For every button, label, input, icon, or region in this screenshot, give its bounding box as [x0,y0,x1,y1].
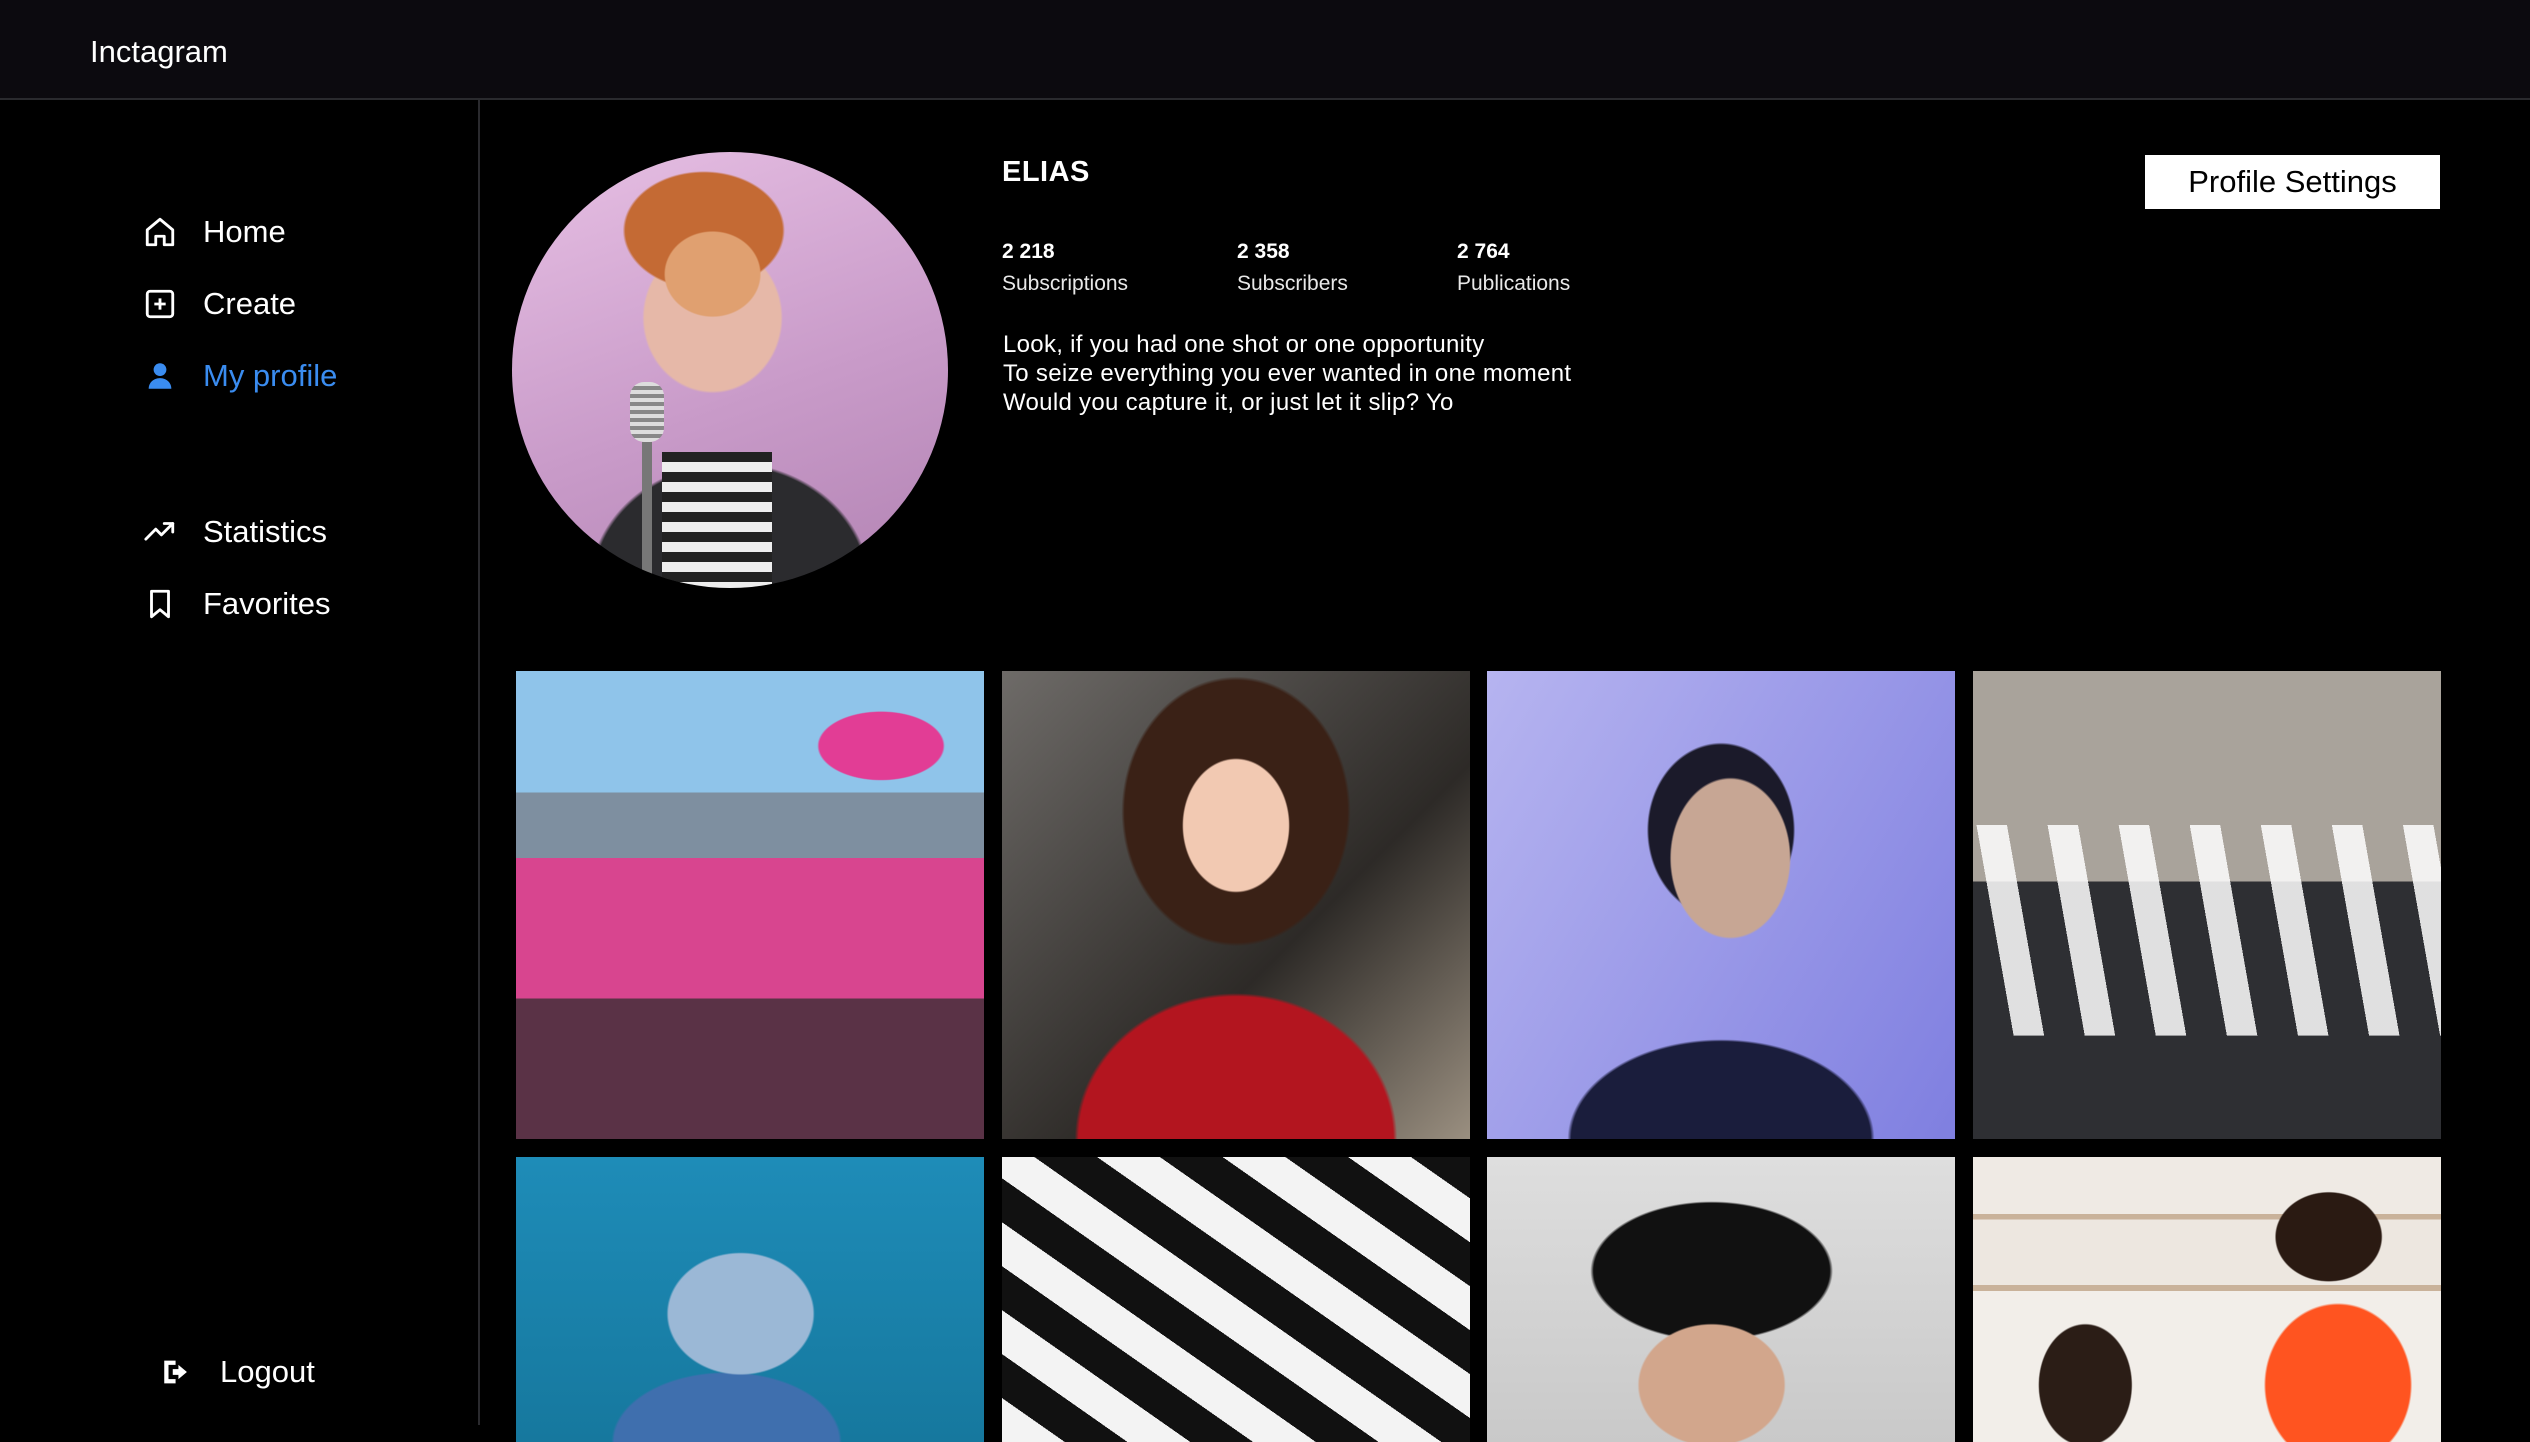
avatar-shirt [662,452,772,588]
profile-bio: Look, if you had one shot or one opportu… [1003,331,1572,416]
sidebar-item-favorites[interactable]: Favorites [143,576,330,632]
logout-label: Logout [220,1354,315,1389]
sidebar-item-label: Favorites [203,586,331,621]
profile-username: ELIAS [1002,156,1090,188]
app-logo[interactable]: Inctagram [90,34,228,70]
sidebar-item-statistics[interactable]: Statistics [143,504,327,560]
sidebar-item-label: My profile [203,358,338,393]
post-thumbnail[interactable] [516,671,984,1139]
home-icon [143,215,177,249]
post-thumbnail[interactable] [1487,671,1955,1139]
logout-button[interactable]: Logout [160,1344,315,1400]
logout-icon [160,1355,194,1389]
trending-up-icon [143,515,177,549]
stat-subscribers[interactable]: 2 358 Subscribers [1237,240,1348,296]
bookmark-icon [143,587,177,621]
person-icon [143,359,177,393]
post-thumbnail[interactable] [1973,1157,2441,1442]
post-thumbnail[interactable] [1487,1157,1955,1442]
stat-label: Subscriptions [1002,272,1129,295]
top-bar: Inctagram [0,0,2530,100]
profile-avatar[interactable] [512,152,948,588]
post-thumbnail[interactable] [1002,671,1470,1139]
post-thumbnail[interactable] [1973,671,2441,1139]
sidebar-item-label: Statistics [203,514,328,549]
sidebar: Home Create My profile Statistics Favori… [0,100,480,1425]
stat-publications[interactable]: 2 764 Publications [1457,240,1570,296]
stat-subscriptions[interactable]: 2 218 Subscriptions [1002,240,1128,296]
stat-label: Subscribers [1237,272,1348,295]
sidebar-item-label: Create [203,286,297,321]
sidebar-item-my-profile[interactable]: My profile [143,348,337,404]
stat-value: 2 358 [1237,240,1290,263]
profile-settings-button[interactable]: Profile Settings [2145,155,2440,209]
post-thumbnail[interactable] [1002,1157,1470,1442]
sidebar-item-create[interactable]: Create [143,276,296,332]
plus-square-icon [143,287,177,321]
sidebar-item-label: Home [203,214,286,249]
mic-stand [642,442,652,588]
stat-value: 2 764 [1457,240,1510,263]
sidebar-item-home[interactable]: Home [143,204,286,260]
stat-value: 2 218 [1002,240,1055,263]
post-thumbnail[interactable] [516,1157,984,1442]
stat-label: Publications [1457,272,1571,295]
microphone-icon [630,382,664,442]
